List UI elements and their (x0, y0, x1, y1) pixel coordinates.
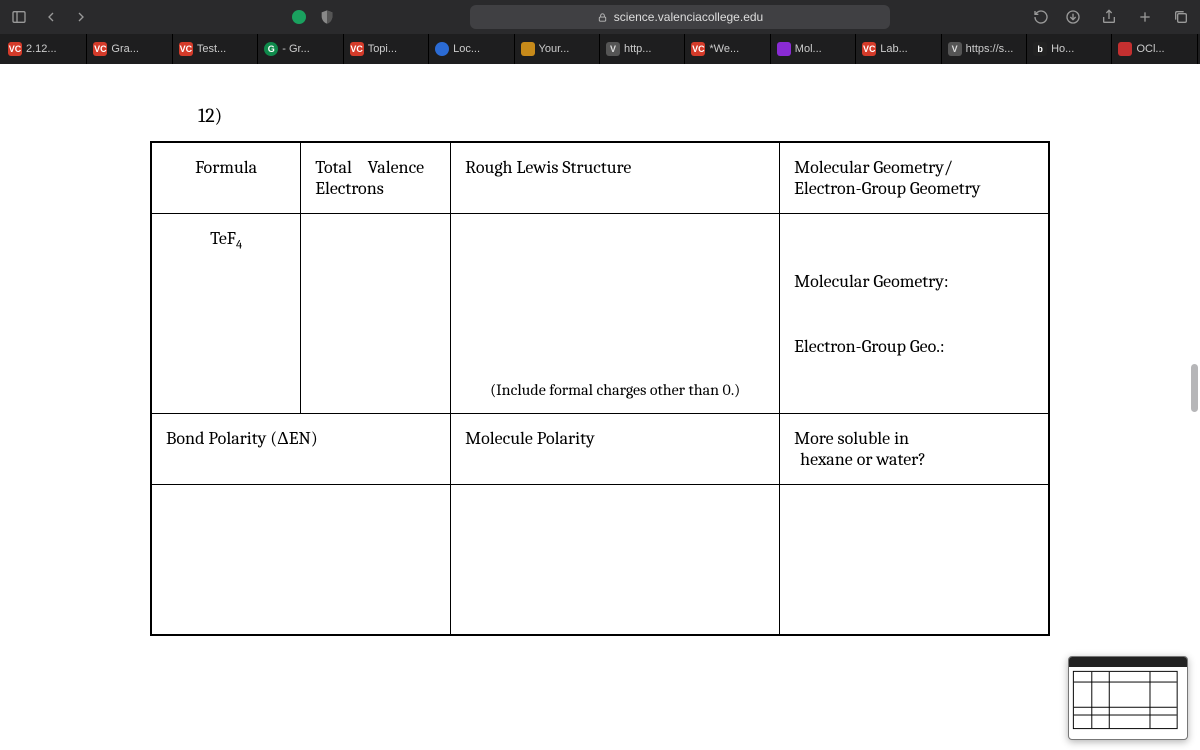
worksheet-sheet: 12) Formula Total Valence Electrons Roug… (150, 104, 1050, 636)
new-tab-icon[interactable] (1134, 6, 1156, 28)
grammarly-icon[interactable] (292, 10, 306, 24)
header-lewis-text: Rough Lewis Structure (465, 157, 631, 178)
tab-favicon: VC (350, 42, 364, 56)
cell-geometry: Molecular Geometry: Electron-Group Geo.: (780, 214, 1049, 414)
lewis-note: (Include formal charges other than 0.) (465, 381, 765, 399)
browser-tab[interactable]: G - Gr... (258, 34, 343, 64)
browser-tab[interactable]: b Ho... (1027, 34, 1112, 64)
header-valence-line2: Electrons (315, 178, 436, 199)
scrollbar-thumb[interactable] (1191, 364, 1198, 412)
sidebar-toggle-icon[interactable] (8, 6, 30, 28)
tab-favicon (521, 42, 535, 56)
forward-button[interactable] (70, 6, 92, 28)
electron-group-geometry-label: Electron-Group Geo.: (794, 336, 1034, 357)
header-lewis: Rough Lewis Structure (451, 142, 780, 214)
address-bar[interactable]: science.valenciacollege.edu (470, 5, 890, 29)
tab-favicon: V (948, 42, 962, 56)
downloads-icon[interactable] (1062, 6, 1084, 28)
bond-polarity-label: Bond Polarity (ΔEN) (166, 428, 318, 449)
molecular-geometry-label: Molecular Geometry: (794, 271, 1034, 292)
share-icon[interactable] (1098, 6, 1120, 28)
tab-favicon: VC (179, 42, 193, 56)
tab-favicon (1118, 42, 1132, 56)
header-formula: Formula (151, 142, 301, 214)
header-formula-text: Formula (195, 157, 257, 178)
formula-main: TeF (210, 228, 236, 249)
cell-bond-polarity-blank (151, 485, 451, 635)
back-button[interactable] (40, 6, 62, 28)
browser-tab[interactable]: VC Test... (173, 34, 258, 64)
header-geometry: Molecular Geometry/ Electron-Group Geome… (780, 142, 1049, 214)
tab-favicon: G (264, 42, 278, 56)
tab-label: Your... (539, 43, 570, 55)
tab-favicon: VC (862, 42, 876, 56)
tab-label: http... (624, 43, 652, 55)
tab-favicon (435, 42, 449, 56)
page-thumbnail[interactable] (1068, 656, 1188, 740)
lock-icon (597, 12, 608, 23)
tab-favicon: b (1033, 42, 1047, 56)
nav-arrows (40, 6, 92, 28)
browser-tab[interactable]: Loc... (429, 34, 514, 64)
browser-tab[interactable]: VC Topi... (344, 34, 429, 64)
reload-button[interactable] (1030, 6, 1052, 28)
cell-valence-blank (301, 214, 451, 414)
browser-tab[interactable]: VC 2.12... (2, 34, 87, 64)
tab-label: - Gr... (282, 43, 310, 55)
browser-tab[interactable]: VC *We... (685, 34, 770, 64)
tab-label: OCl... (1136, 43, 1164, 55)
tab-favicon: V (606, 42, 620, 56)
address-text: science.valenciacollege.edu (614, 10, 763, 24)
browser-toolbar: science.valenciacollege.edu (0, 0, 1200, 34)
cell-solubility-blank (780, 485, 1049, 635)
cell-formula: TeF4 (151, 214, 301, 414)
tab-favicon: VC (93, 42, 107, 56)
browser-tab[interactable]: VC Lab... (856, 34, 941, 64)
cell-molecule-polarity-blank (451, 485, 780, 635)
tab-label: *We... (709, 43, 739, 55)
tabs-overview-icon[interactable] (1170, 6, 1192, 28)
tab-label: Ho... (1051, 43, 1074, 55)
header-valence: Total Valence Electrons (301, 142, 451, 214)
tab-label: Loc... (453, 43, 480, 55)
soluble-line2: hexane or water? (800, 449, 1034, 470)
tab-strip: VC 2.12... VC Gra... VC Test... G - Gr... VC Topi… (0, 34, 1200, 64)
formula-subscript: 4 (236, 239, 242, 253)
cell-lewis: (Include formal charges other than 0.) (451, 214, 780, 414)
browser-tab[interactable]: OCl... (1112, 34, 1197, 64)
header-geom-line2: Electron-Group Geometry (794, 178, 1034, 199)
cell-solubility-header: More soluble in hexane or water? (780, 414, 1049, 485)
tab-label: Gra... (111, 43, 139, 55)
header-geom-line1: Molecular Geometry/ (794, 157, 1034, 178)
tab-label: Lab... (880, 43, 908, 55)
browser-tab[interactable]: Mol... (771, 34, 856, 64)
browser-tab[interactable]: Your... (515, 34, 600, 64)
tab-favicon (777, 42, 791, 56)
browser-tab[interactable]: Vhttp... (600, 34, 685, 64)
tab-label: https://s... (966, 43, 1014, 55)
tab-label: Topi... (368, 43, 397, 55)
tab-label: 2.12... (26, 43, 57, 55)
tab-favicon: VC (691, 42, 705, 56)
browser-tab[interactable]: Vhttps://s... (942, 34, 1027, 64)
tab-favicon: VC (8, 42, 22, 56)
worksheet-table: Formula Total Valence Electrons Rough Le… (150, 141, 1050, 636)
browser-tab[interactable]: VC Gra... (87, 34, 172, 64)
tab-label: Mol... (795, 43, 822, 55)
header-valence-line1: Total Valence (315, 157, 436, 178)
tab-label: Test... (197, 43, 226, 55)
document-viewport: 12) Formula Total Valence Electrons Roug… (0, 64, 1200, 750)
cell-bond-polarity-header: Bond Polarity (ΔEN) (151, 414, 451, 485)
molecule-polarity-label: Molecule Polarity (465, 428, 595, 449)
shield-icon[interactable] (316, 6, 338, 28)
question-number: 12) (198, 104, 1050, 127)
cell-molecule-polarity-header: Molecule Polarity (451, 414, 780, 485)
soluble-line1: More soluble in (794, 428, 1034, 449)
